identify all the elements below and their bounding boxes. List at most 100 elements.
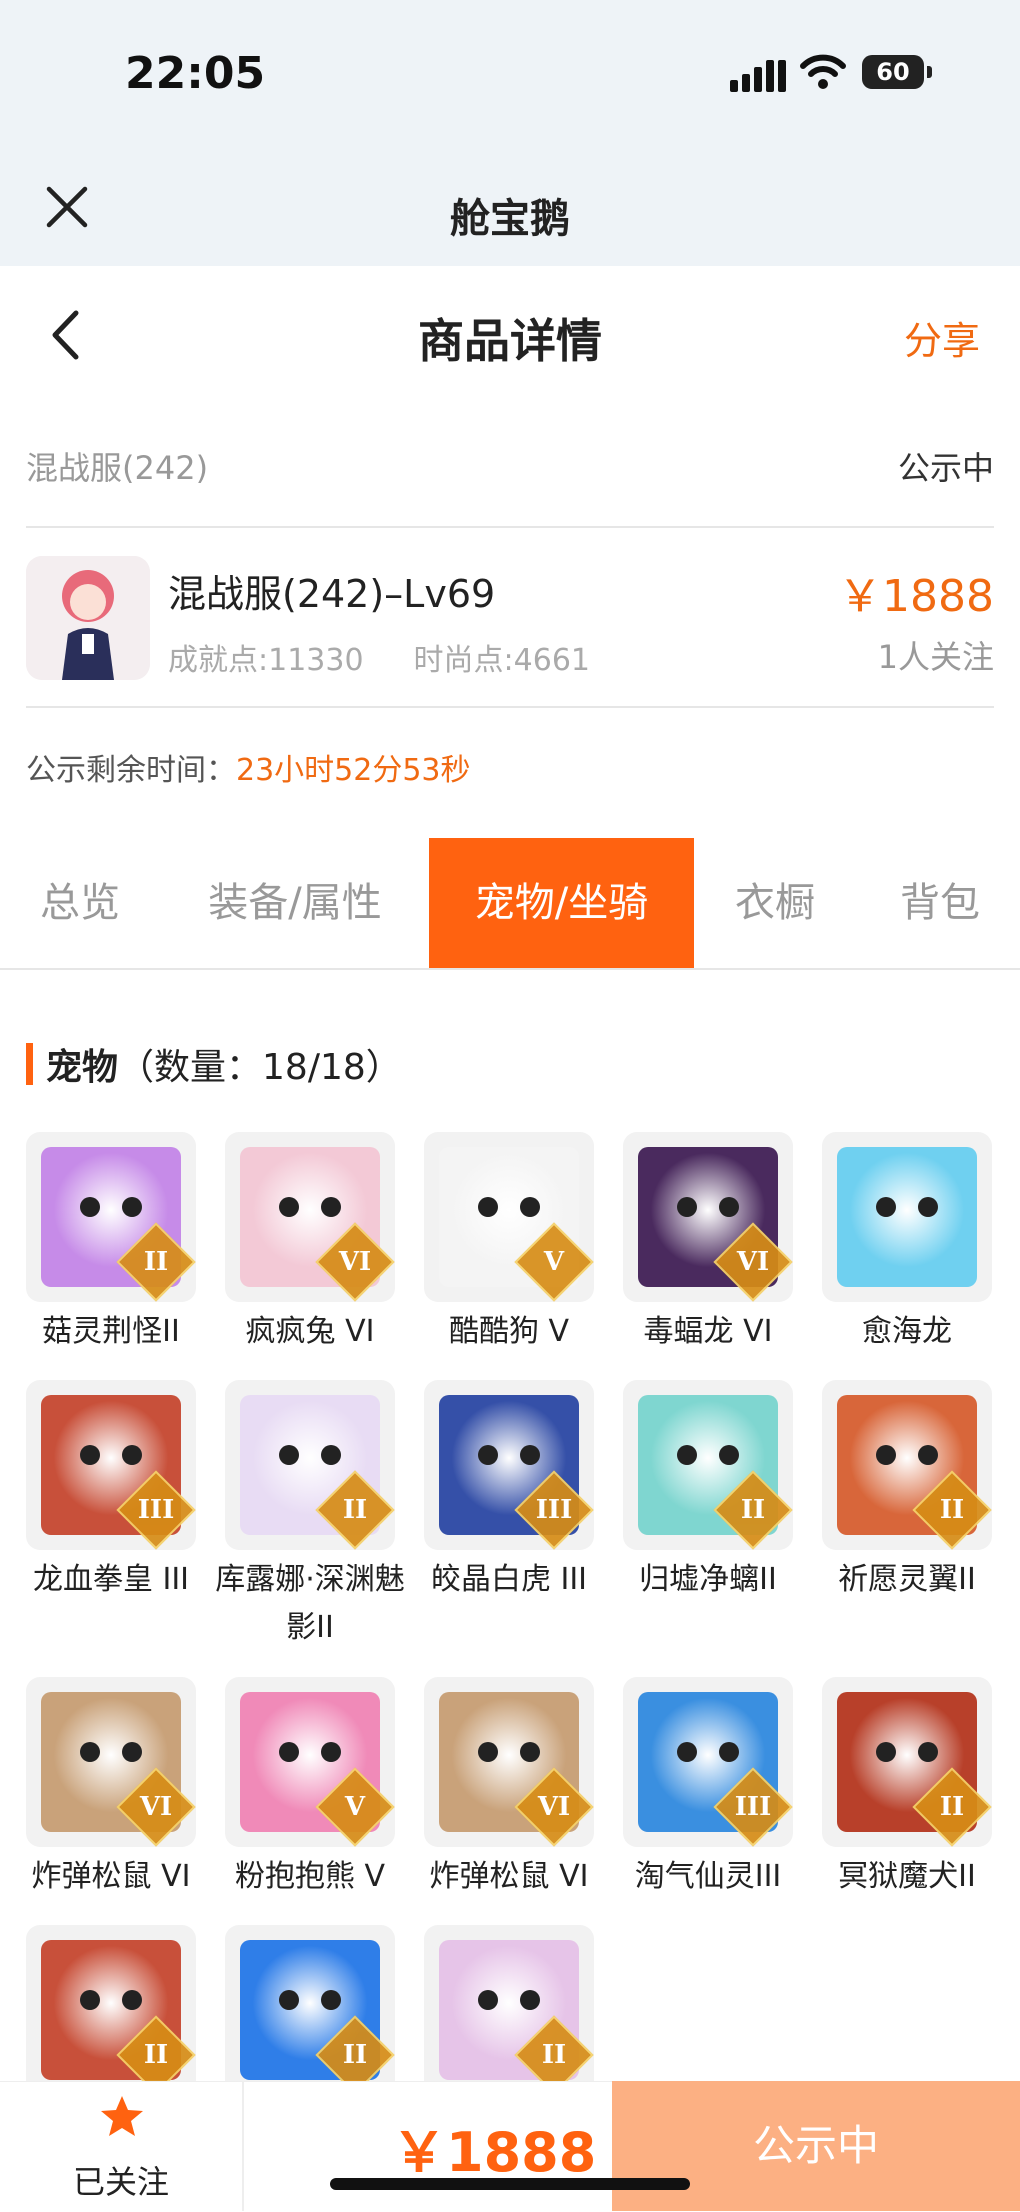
pet-eyes: [76, 1445, 146, 1467]
home-indicator: [330, 2178, 690, 2190]
rank-badge-label: II: [939, 1495, 965, 1525]
rank-badge-label: II: [342, 1495, 368, 1525]
follow-label: 已关注: [72, 2163, 169, 2201]
wifi-icon: [800, 54, 846, 94]
publicity-action-button[interactable]: 公示中: [612, 2081, 1020, 2211]
pet-name: 菇灵荆怪II: [42, 1314, 180, 1349]
rank-badge-label: VI: [338, 1247, 372, 1277]
pet-name: 龙血拳皇 III: [32, 1562, 190, 1597]
pet-name: 炸弹松鼠 VI: [31, 1859, 191, 1894]
mini-program-title: 舱宝鹅: [450, 196, 570, 242]
rank-badge-label: II: [939, 1792, 965, 1822]
pet-image: II: [623, 1380, 793, 1550]
tab-bar: 总览 装备/属性 宠物/坐骑 衣橱 背包: [0, 838, 1020, 970]
pet-eyes: [872, 1197, 942, 1219]
page-title: 商品详情: [418, 314, 602, 368]
pet-card[interactable]: VI 炸弹松鼠 VI: [26, 1677, 196, 1901]
pet-eyes: [474, 1445, 544, 1467]
pet-eyes: [275, 1197, 345, 1219]
pet-eyes: [474, 1990, 544, 2012]
rank-badge-label: III: [535, 1495, 573, 1525]
pet-image: II: [424, 1925, 594, 2095]
share-button[interactable]: 分享: [904, 310, 980, 365]
remaining-time: 公示剩余时间：23小时52分53秒: [26, 745, 471, 789]
remaining-time-label: 公示剩余时间：: [26, 753, 236, 788]
pet-image: V: [424, 1132, 594, 1302]
pet-image: V: [225, 1677, 395, 1847]
pet-card[interactable]: II: [26, 1925, 196, 2101]
pet-card[interactable]: II 祈愿灵翼II: [822, 1380, 992, 1604]
pet-image: [822, 1132, 992, 1302]
pet-image: III: [26, 1380, 196, 1550]
rank-badge-label: V: [543, 1247, 565, 1277]
pet-card[interactable]: II 归墟净螭II: [623, 1380, 793, 1604]
pet-image: II: [822, 1380, 992, 1550]
pet-card[interactable]: V 酷酷狗 V: [424, 1132, 594, 1356]
pet-name: 库露娜·深渊魅影II: [215, 1562, 405, 1645]
pet-eyes: [76, 1197, 146, 1219]
pet-eyes: [673, 1197, 743, 1219]
rank-badge-label: II: [342, 2040, 368, 2070]
star-icon: [98, 2093, 146, 2145]
pet-eyes: [673, 1742, 743, 1764]
pet-image: VI: [225, 1132, 395, 1302]
pet-card[interactable]: VI 疯疯兔 VI: [225, 1132, 395, 1356]
pet-image: VI: [26, 1677, 196, 1847]
bottom-price: ￥1888: [392, 2121, 597, 2184]
pet-card[interactable]: III 皎晶白虎 III: [424, 1380, 594, 1604]
section-title-label: 宠物: [46, 1047, 119, 1088]
rank-badge-label: III: [137, 1495, 175, 1525]
section-count: （数量：18/18）: [118, 1047, 402, 1088]
battery-cap: [927, 66, 932, 78]
pet-card[interactable]: VI 炸弹松鼠 VI: [424, 1677, 594, 1901]
tab-wardrobe[interactable]: 衣橱: [715, 838, 835, 968]
follower-count: 1人关注: [877, 638, 994, 676]
battery-icon: 60: [862, 55, 924, 89]
pet-card[interactable]: II 库露娜·深渊魅影II: [215, 1380, 405, 1652]
pet-card[interactable]: III 淘气仙灵III: [623, 1677, 793, 1901]
product-stats: 成就点:11330 时尚点:4661: [168, 635, 590, 679]
tab-backpack[interactable]: 背包: [880, 838, 1000, 968]
pet-card[interactable]: V 粉抱抱熊 V: [225, 1677, 395, 1901]
divider: [26, 706, 994, 708]
rank-badge-label: VI: [139, 1792, 173, 1822]
section-marker: [26, 1043, 33, 1085]
pet-card[interactable]: II: [225, 1925, 395, 2101]
pet-eyes: [872, 1445, 942, 1467]
pet-card[interactable]: VI 毒蝠龙 VI: [623, 1132, 793, 1356]
pet-name: 疯疯兔 VI: [245, 1314, 375, 1349]
pet-card[interactable]: II 冥狱魔犬II: [822, 1677, 992, 1901]
pet-name: 酷酷狗 V: [448, 1314, 570, 1349]
pet-name: 炸弹松鼠 VI: [429, 1859, 589, 1894]
server-name: 混战服(242): [26, 449, 209, 487]
pet-eyes: [673, 1445, 743, 1467]
follow-button[interactable]: 已关注: [0, 2081, 244, 2211]
pet-card[interactable]: II 菇灵荆怪II: [26, 1132, 196, 1356]
pet-eyes: [76, 1742, 146, 1764]
signal-icon: [730, 58, 786, 96]
pet-image: II: [225, 1380, 395, 1550]
pet-image: III: [424, 1380, 594, 1550]
tab-equipment[interactable]: 装备/属性: [180, 838, 410, 968]
pet-card[interactable]: III 龙血拳皇 III: [26, 1380, 196, 1604]
pet-image: II: [822, 1677, 992, 1847]
rank-badge-label: VI: [537, 1792, 571, 1822]
pet-card[interactable]: II: [424, 1925, 594, 2101]
pet-eyes: [275, 1742, 345, 1764]
character-avatar: [26, 556, 150, 680]
product-name: 混战服(242)–Lv69: [168, 572, 496, 616]
pet-name: 毒蝠龙 VI: [643, 1314, 773, 1349]
pet-name: 冥狱魔犬II: [838, 1859, 976, 1894]
remaining-time-value: 23小时52分53秒: [236, 753, 471, 788]
achievement-points: 成就点:11330: [168, 643, 364, 678]
tab-overview[interactable]: 总览: [0, 838, 160, 968]
status-time: 22:05: [125, 48, 266, 99]
rank-badge-label: II: [143, 2040, 169, 2070]
rank-badge-label: V: [344, 1792, 366, 1822]
tab-pets[interactable]: 宠物/坐骑: [429, 838, 694, 968]
pet-card[interactable]: 愈海龙: [822, 1132, 992, 1356]
pet-eyes: [474, 1197, 544, 1219]
pet-eyes: [76, 1990, 146, 2012]
pet-name: 祈愿灵翼II: [838, 1562, 976, 1597]
pet-image: VI: [623, 1132, 793, 1302]
